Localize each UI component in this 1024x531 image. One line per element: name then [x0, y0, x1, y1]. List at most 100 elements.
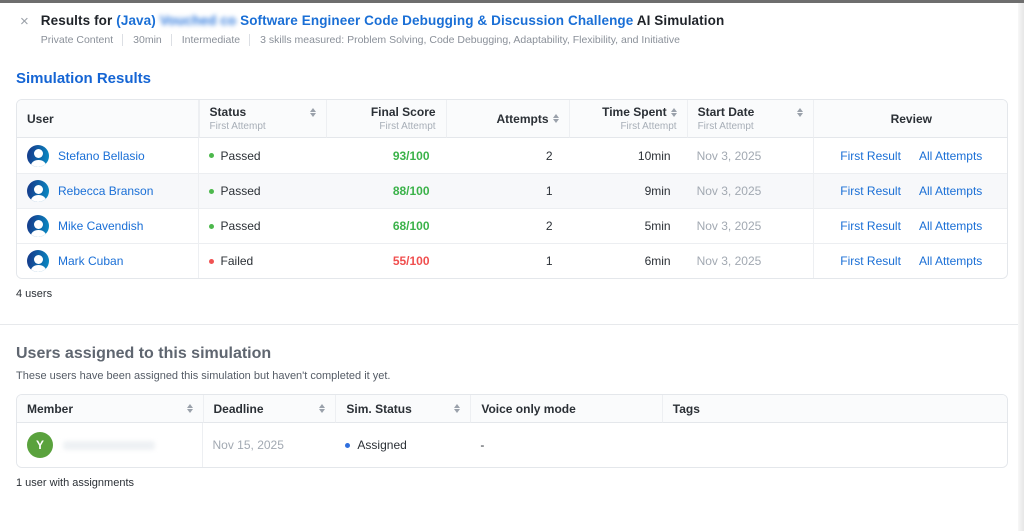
assigned-subtitle: These users have been assigned this simu… — [16, 370, 391, 382]
column-label-sim-status: Sim. Status — [346, 401, 412, 416]
time-spent-value: 5min — [568, 208, 687, 243]
column-sublabel: First Attempt — [697, 121, 754, 132]
status-label: Passed — [220, 184, 261, 198]
user-avatar-icon — [27, 180, 49, 202]
column-header-start-date[interactable]: Start Date First Attempt — [686, 100, 813, 138]
column-label-start-date: Start Date — [697, 105, 755, 119]
user-name-link[interactable]: Mark Cuban — [58, 254, 123, 268]
voice-only-value: - — [480, 438, 485, 452]
final-score: 68/100 — [392, 219, 430, 233]
final-score: 88/100 — [392, 184, 430, 198]
assigned-count: 1 user with assignments — [16, 477, 134, 489]
column-label-final-score: Final Score — [370, 105, 436, 119]
column-label-status: Status — [209, 105, 247, 119]
assigned-header-row: Member Deadline Sim. Status Voice only m… — [17, 395, 1007, 423]
column-header-time-spent[interactable]: Time Spent First Attempt — [568, 100, 687, 138]
table-row: Stefano Bellasio Passed 93/100 2 10min N… — [17, 138, 1007, 173]
title-simulation-link[interactable]: Software Engineer Code Debugging & Discu… — [236, 13, 633, 28]
column-label-member: Member — [27, 401, 74, 416]
column-header-sim-status[interactable]: Sim. Status — [335, 395, 471, 423]
section-divider — [0, 324, 1024, 325]
title-prefix: Results for — [40, 13, 117, 28]
title-redacted-text: Vouched co — [159, 13, 237, 28]
sort-icon[interactable] — [186, 404, 193, 413]
all-attempts-link[interactable]: All Attempts — [919, 184, 982, 198]
results-table-container: User Status First Attempt Final Score Fi… — [16, 99, 1008, 279]
start-date-value: Nov 3, 2025 — [686, 208, 813, 243]
assigned-table-container: Member Deadline Sim. Status Voice only m… — [16, 394, 1008, 468]
time-spent-value: 9min — [568, 173, 687, 208]
sort-icon[interactable] — [552, 114, 559, 123]
time-spent-value: 6min — [568, 243, 687, 278]
attempts-value: 1 — [445, 243, 569, 278]
column-header-deadline[interactable]: Deadline — [202, 395, 336, 423]
status-dot-passed — [208, 153, 214, 158]
sort-icon[interactable] — [796, 107, 803, 117]
column-header-attempts[interactable]: Attempts — [445, 100, 569, 138]
table-row: Mike Cavendish Passed 68/100 2 5min Nov … — [17, 208, 1007, 243]
first-result-link[interactable]: First Result — [840, 184, 901, 198]
all-attempts-link[interactable]: All Attempts — [919, 254, 982, 268]
simulation-meta: Private Content 30min Intermediate 3 ski… — [41, 34, 725, 46]
meta-private-content: Private Content — [40, 34, 114, 46]
tags-value — [662, 423, 1007, 467]
table-row: Mark Cuban Failed 55/100 1 6min Nov 3, 2… — [17, 243, 1007, 278]
results-heading: Simulation Results — [16, 70, 152, 87]
time-spent-value: 10min — [637, 148, 671, 163]
column-header-user[interactable]: User — [17, 100, 199, 138]
status-dot-failed — [208, 258, 214, 264]
column-header-voice-only: Voice only mode — [470, 395, 662, 423]
title-suffix: AI Simulation — [633, 13, 725, 28]
status-dot-passed — [208, 188, 214, 194]
sort-icon[interactable] — [670, 107, 677, 117]
user-name-link[interactable]: Stefano Bellasio — [58, 149, 145, 163]
column-header-status[interactable]: Status First Attempt — [198, 100, 326, 138]
page-header: × Results for (Java) Vouched co Software… — [0, 3, 1024, 46]
user-name-link[interactable]: Mike Cavendish — [58, 219, 143, 233]
status-dot-passed — [208, 223, 214, 229]
column-label-user: User — [27, 111, 54, 126]
title-java-link[interactable]: (Java) — [116, 13, 159, 28]
status-label: Passed — [220, 148, 261, 163]
all-attempts-link[interactable]: All Attempts — [919, 149, 982, 163]
sort-icon[interactable] — [454, 404, 461, 413]
column-header-member[interactable]: Member — [17, 395, 203, 423]
final-score: 93/100 — [392, 148, 430, 163]
attempts-value: 2 — [545, 148, 553, 163]
first-result-link[interactable]: First Result — [840, 219, 901, 233]
sort-icon[interactable] — [319, 404, 326, 413]
sort-icon[interactable] — [309, 107, 316, 117]
first-result-link[interactable]: First Result — [840, 149, 901, 163]
page-title: Results for (Java) Vouched co Software E… — [41, 13, 725, 28]
assigned-heading: Users assigned to this simulation — [16, 345, 272, 362]
column-label-deadline: Deadline — [213, 401, 264, 416]
user-avatar-icon — [27, 144, 49, 167]
meta-difficulty: Intermediate — [170, 34, 240, 46]
column-label-review: Review — [890, 111, 932, 126]
first-result-link[interactable]: First Result — [840, 254, 901, 268]
column-header-final-score[interactable]: Final Score First Attempt — [325, 100, 446, 138]
column-label-attempts: Attempts — [496, 111, 549, 126]
assigned-row: Y Nov 15, 2025 Assigned - — [17, 423, 1007, 467]
table-row: Rebecca Branson Passed 88/100 1 9min Nov… — [17, 173, 1007, 208]
results-table: User Status First Attempt Final Score Fi… — [17, 100, 1007, 278]
close-icon[interactable]: × — [20, 14, 29, 30]
assigned-table: Member Deadline Sim. Status Voice only m… — [17, 395, 1007, 467]
user-avatar-icon — [27, 215, 49, 237]
column-label-time-spent: Time Spent — [602, 105, 667, 119]
scrollbar-track[interactable] — [1018, 3, 1024, 531]
column-header-review: Review — [812, 100, 1007, 138]
column-sublabel: First Attempt — [620, 121, 677, 132]
column-sublabel: First Attempt — [209, 121, 266, 132]
deadline-value: Nov 15, 2025 — [212, 438, 284, 452]
user-name-link[interactable]: Rebecca Branson — [58, 184, 153, 198]
column-label-tags: Tags — [672, 401, 700, 416]
start-date-value: Nov 3, 2025 — [686, 173, 813, 208]
results-header-row: User Status First Attempt Final Score Fi… — [17, 100, 1007, 138]
member-name-redacted — [63, 440, 155, 450]
member-avatar: Y — [27, 432, 53, 458]
user-avatar-icon — [27, 250, 49, 272]
all-attempts-link[interactable]: All Attempts — [919, 219, 982, 233]
column-sublabel: First Attempt — [379, 121, 436, 132]
meta-skills: 3 skills measured: Problem Solving, Code… — [249, 34, 680, 46]
